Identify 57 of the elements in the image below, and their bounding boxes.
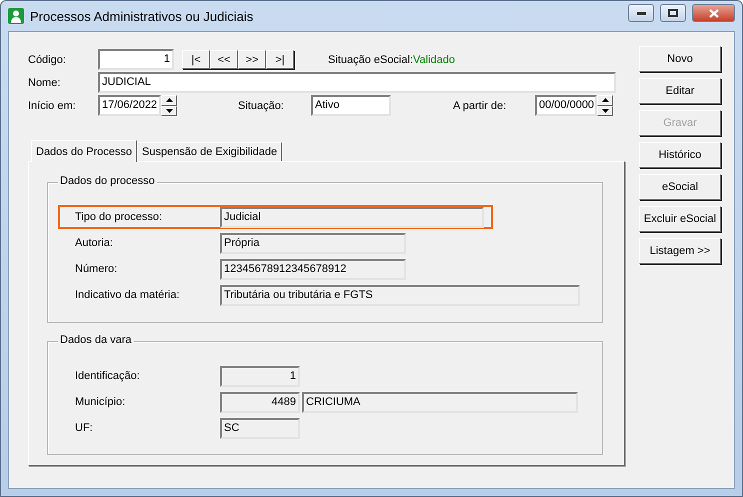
person-icon xyxy=(8,8,24,24)
minimize-icon xyxy=(636,12,646,14)
maximize-button[interactable] xyxy=(660,4,686,22)
spin-down-button[interactable] xyxy=(597,106,613,116)
readonly-field: 4489 xyxy=(220,392,300,412)
status-value: Validado xyxy=(413,54,455,66)
readonly-field: CRICIUMA xyxy=(302,392,578,412)
field-label: Tipo do processo: xyxy=(75,211,164,223)
navigation-button[interactable]: >> xyxy=(238,50,266,69)
down-arrow-icon xyxy=(166,108,172,113)
close-icon xyxy=(708,8,718,18)
status-field[interactable]: Ativo xyxy=(311,95,391,116)
spin-up-button[interactable] xyxy=(597,95,613,106)
action-button[interactable]: Excluir eSocial xyxy=(639,206,721,232)
navigation-button[interactable]: << xyxy=(210,50,238,69)
navigation-button[interactable]: >| xyxy=(266,50,294,69)
field-label: Situação: xyxy=(238,100,285,112)
action-button[interactable]: Editar xyxy=(639,78,721,104)
down-arrow-icon xyxy=(602,108,608,113)
field-label: Número: xyxy=(75,263,118,275)
readonly-field: Própria xyxy=(220,232,406,254)
tab[interactable]: Dados do Processo xyxy=(31,140,137,162)
field-label: Identificação: xyxy=(75,370,141,382)
name-field[interactable]: JUDICIAL xyxy=(98,72,616,93)
close-button[interactable] xyxy=(692,4,735,22)
action-button[interactable]: Listagem >> xyxy=(639,238,721,264)
up-arrow-icon xyxy=(166,98,172,102)
spin-up-button[interactable] xyxy=(161,95,177,106)
action-button[interactable]: Histórico xyxy=(639,142,721,168)
field-label: Nome: xyxy=(28,76,62,88)
maximize-icon xyxy=(668,9,678,17)
date-field[interactable]: 00/00/0000 xyxy=(535,95,597,116)
field-label: Indicativo da matéria: xyxy=(75,289,181,301)
action-button[interactable]: Novo xyxy=(639,46,721,72)
minimize-button[interactable] xyxy=(628,4,654,22)
up-arrow-icon xyxy=(602,98,608,102)
readonly-field: Tributária ou tributária e FGTS xyxy=(220,284,580,306)
group-title: Dados do processo xyxy=(58,175,157,187)
action-button[interactable]: eSocial xyxy=(639,174,721,200)
group-title: Dados da vara xyxy=(58,334,134,346)
tab[interactable]: Suspensão de Exigibilidade xyxy=(137,142,282,161)
window-title: Processos Administrativos ou Judiciais xyxy=(30,8,254,24)
readonly-field: 1 xyxy=(220,366,300,386)
field-label: Município: xyxy=(75,396,126,408)
field-label: Código: xyxy=(28,54,67,66)
field-label: Autoria: xyxy=(75,237,114,249)
readonly-field: SC xyxy=(220,418,300,438)
readonly-field: Judicial xyxy=(220,206,484,228)
field-label: UF: xyxy=(75,422,94,434)
code-field[interactable]: 1 xyxy=(98,49,174,70)
field-label: Início em: xyxy=(28,100,77,112)
date-field[interactable]: 17/06/2022 xyxy=(98,95,161,116)
esocial-status: Situação eSocial:Validado xyxy=(328,54,455,66)
navigation-button[interactable]: |< xyxy=(182,50,210,69)
spin-down-button[interactable] xyxy=(161,106,177,116)
field-label: A partir de: xyxy=(453,100,508,112)
readonly-field: 12345678912345678912 xyxy=(220,258,406,280)
